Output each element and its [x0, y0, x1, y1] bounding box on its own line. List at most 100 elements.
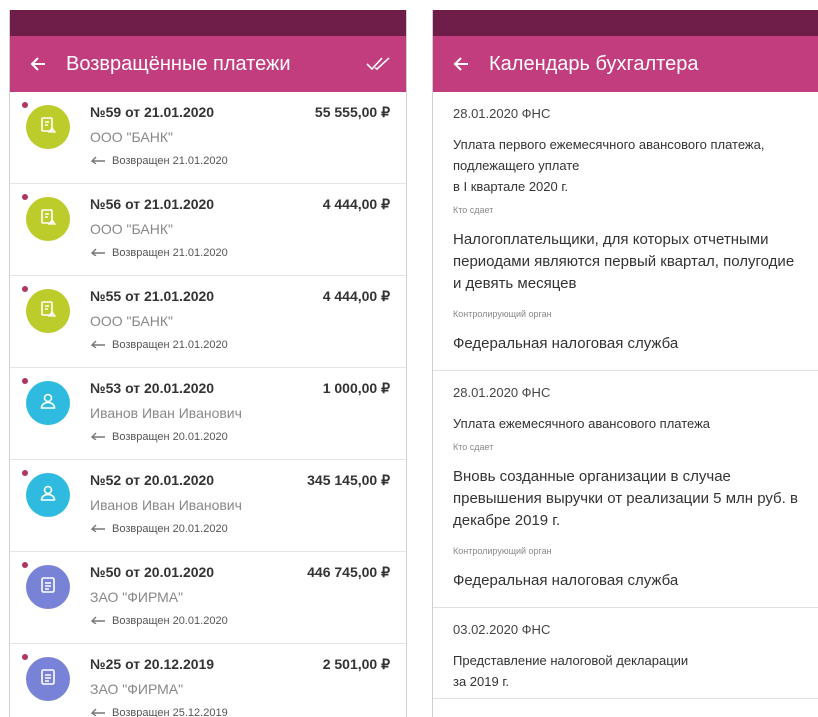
return-date: Возвращен 20.01.2020 [112, 522, 228, 535]
payment-amount: 345 145,00 ₽ [307, 472, 390, 488]
event-date: 28.01.2020 ФНС [453, 385, 551, 400]
payment-avatar [26, 197, 70, 241]
payment-return-status: Возвращен 25.12.2019 [90, 706, 228, 717]
payment-row[interactable]: №55 от 21.01.2020 4 444,00 ₽ ООО "БАНК" Воз… [10, 276, 406, 368]
payment-number: №59 от 21.01.2020 [90, 104, 215, 120]
payment-row[interactable]: №25 от 20.12.2019 2 501,00 ₽ ЗАО "ФИРМА" Во… [10, 644, 406, 717]
authority-value: Федеральная налоговая служба [453, 335, 679, 352]
accountant-calendar-screen: Календарь бухгалтера 28.01.2020 ФНС Уплат… [432, 10, 818, 717]
person-icon [38, 391, 58, 416]
return-arrow-icon [90, 338, 106, 351]
payment-amount: 446 745,00 ₽ [307, 564, 390, 580]
payment-number: №56 от 21.01.2020 [90, 196, 215, 212]
event-title: Уплата ежемесячного авансового платежа [453, 416, 711, 431]
payment-number: №25 от 20.12.2019 [90, 656, 215, 672]
payment-row[interactable]: №50 от 20.01.2020 446 745,00 ₽ ЗАО "ФИРМА"… [10, 552, 406, 644]
payment-number: №53 от 20.01.2020 [90, 380, 215, 396]
arrow-left-icon [30, 57, 45, 71]
calendar-event-list: 28.01.2020 ФНС Уплата первого ежемесячног… [433, 92, 818, 699]
payment-counterparty: Иванов Иван Иванович [90, 405, 242, 421]
return-date: Возвращен 25.12.2019 [112, 706, 228, 717]
payment-avatar [26, 657, 70, 701]
return-date: Возвращен 20.01.2020 [112, 614, 228, 627]
calendar-event[interactable]: 28.01.2020 ФНС Уплата первого ежемесячног… [433, 92, 818, 371]
payment-avatar [26, 381, 70, 425]
payment-counterparty: Иванов Иван Иванович [90, 497, 242, 513]
unread-dot [22, 378, 28, 384]
authority-label: Контролирующий орган [453, 309, 552, 319]
who-files-label: Кто сдает [453, 442, 494, 452]
status-bar [433, 10, 818, 36]
payment-number: №55 от 21.01.2020 [90, 288, 215, 304]
mark-all-read-button[interactable] [350, 36, 406, 92]
calendar-event[interactable]: 28.01.2020 ФНС Уплата ежемесячного авансо… [433, 371, 818, 608]
document-icon [38, 207, 58, 232]
payment-row[interactable]: №59 от 21.01.2020 55 555,00 ₽ ООО "БАНК" Во… [10, 92, 406, 184]
return-arrow-icon [90, 614, 106, 627]
status-bar [10, 10, 406, 36]
payment-number: №52 от 20.01.2020 [90, 472, 215, 488]
person-icon [38, 483, 58, 508]
event-title: Представление налоговой декларации за 20… [453, 653, 689, 689]
payment-list: №59 от 21.01.2020 55 555,00 ₽ ООО "БАНК" Во… [10, 92, 406, 717]
payment-row[interactable]: №52 от 20.01.2020 345 145,00 ₽ Иванов Иван… [10, 460, 406, 552]
payment-avatar [26, 473, 70, 517]
return-date: Возвращен 21.01.2020 [112, 246, 228, 259]
payment-return-status: Возвращен 20.01.2020 [90, 614, 228, 627]
payment-counterparty: ООО "БАНК" [90, 221, 173, 237]
payment-number: №50 от 20.01.2020 [90, 564, 215, 580]
payment-counterparty: ЗАО "ФИРМА" [90, 589, 184, 605]
payment-return-status: Возвращен 21.01.2020 [90, 338, 228, 351]
payment-amount: 4 444,00 ₽ [322, 196, 390, 212]
back-button[interactable] [433, 36, 489, 92]
page-title: Календарь бухгалтера [489, 52, 699, 75]
who-files-value: Налогоплательщики, для которых отчетными… [453, 231, 795, 292]
payment-avatar [26, 289, 70, 333]
document-icon [38, 299, 58, 324]
payment-avatar [26, 105, 70, 149]
unread-dot [22, 286, 28, 292]
unread-dot [22, 102, 28, 108]
list-icon [38, 575, 58, 600]
payment-amount: 55 555,00 ₽ [314, 104, 390, 120]
unread-dot [22, 562, 28, 568]
event-date: 28.01.2020 ФНС [453, 106, 551, 121]
return-arrow-icon [90, 522, 106, 535]
payment-amount: 4 444,00 ₽ [322, 288, 390, 304]
arrow-left-icon [453, 57, 468, 71]
payment-return-status: Возвращен 21.01.2020 [90, 154, 228, 167]
unread-dot [22, 194, 28, 200]
event-title: Уплата первого ежемесячного авансового п… [453, 137, 765, 194]
app-bar: Календарь бухгалтера [433, 36, 818, 92]
return-date: Возвращен 21.01.2020 [112, 338, 228, 351]
page-title: Возвращённые платежи [66, 52, 291, 75]
payment-return-status: Возвращен 20.01.2020 [90, 522, 228, 535]
payment-row[interactable]: №56 от 21.01.2020 4 444,00 ₽ ООО "БАНК" Воз… [10, 184, 406, 276]
payment-row[interactable]: №53 от 20.01.2020 1 000,00 ₽ Иванов Иван И… [10, 368, 406, 460]
payment-counterparty: ООО "БАНК" [90, 313, 173, 329]
calendar-event[interactable]: 03.02.2020 ФНС Представление налоговой де… [433, 608, 818, 699]
who-files-label: Кто сдает [453, 205, 494, 215]
payment-return-status: Возвращен 20.01.2020 [90, 430, 228, 443]
who-files-value: Вновь созданные организации в случае пре… [453, 468, 798, 529]
return-arrow-icon [90, 246, 106, 259]
payment-amount: 2 501,00 ₽ [322, 656, 390, 672]
payment-avatar [26, 565, 70, 609]
returned-payments-screen: Возвращённые платежи №59 от 21.01.2020 55… [9, 10, 407, 717]
payment-counterparty: ЗАО "ФИРМА" [90, 681, 184, 697]
payment-return-status: Возвращен 21.01.2020 [90, 246, 228, 259]
authority-label: Контролирующий орган [453, 546, 552, 556]
return-arrow-icon [90, 430, 106, 443]
payment-counterparty: ООО "БАНК" [90, 129, 173, 145]
unread-dot [22, 654, 28, 660]
app-bar: Возвращённые платежи [10, 36, 406, 92]
payment-amount: 1 000,00 ₽ [322, 380, 390, 396]
back-button[interactable] [10, 36, 66, 92]
double-check-icon [366, 57, 390, 71]
unread-dot [22, 470, 28, 476]
event-date: 03.02.2020 ФНС [453, 622, 551, 637]
return-date: Возвращен 21.01.2020 [112, 154, 228, 167]
document-icon [38, 115, 58, 140]
list-icon [38, 667, 58, 692]
return-date: Возвращен 20.01.2020 [112, 430, 228, 443]
